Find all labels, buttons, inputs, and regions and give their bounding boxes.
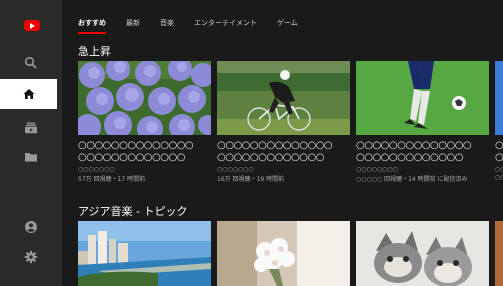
video-title-line1: ○○○○○○○○○○○○○○ — [78, 140, 194, 151]
video-card[interactable]: ○○○○○○○○○○○○○○ ○○○○○○○○○○○○○ ○○○○○○○ 16万… — [217, 61, 350, 183]
video-thumbnail[interactable] — [495, 61, 503, 135]
sidebar — [0, 0, 62, 286]
account-icon — [25, 221, 37, 233]
tab-gaming[interactable]: ゲーム — [277, 18, 298, 34]
video-title-line2: ○○○○○○○○○○○○○ — [78, 152, 185, 163]
video-row-trending: ○○○○○○○○○○○○○○ ○○○○○○○○○○○○○ ○○○○○○○ 57万… — [78, 61, 503, 183]
video-meta: 57万 回視聴・17 時間前 — [78, 176, 146, 183]
hydrangea-thumbnail-image — [78, 61, 211, 135]
video-channel: ○○○○○○○ — [78, 166, 115, 173]
video-row-asian-music — [78, 221, 503, 286]
video-channel: ○○ — [495, 166, 503, 173]
video-title-line2: ○○○○○○○○○○○○○ — [217, 152, 324, 163]
gear-icon — [24, 250, 38, 264]
video-card[interactable] — [217, 221, 350, 286]
home-icon — [23, 89, 34, 99]
library-icon — [25, 153, 37, 162]
video-thumbnail[interactable] — [78, 61, 211, 135]
video-title-line2: ○○○○○○○○○○○○○ — [356, 152, 463, 163]
wedding-bouquet-thumbnail-image — [217, 221, 350, 286]
main-content: おすすめ 最新 音楽 エンターテイメント ゲーム 急上昇 ○○○○○○○○○○○… — [62, 0, 503, 286]
video-thumbnail[interactable] — [356, 61, 489, 135]
tab-bar: おすすめ 最新 音楽 エンターテイメント ゲーム — [78, 18, 318, 34]
video-meta: ○○○○○ 回視聴・14 時間前 に配信済み — [356, 176, 468, 183]
video-meta: ○○ — [495, 174, 503, 181]
cyclist-thumbnail-image — [217, 61, 350, 135]
sidebar-item-settings[interactable] — [0, 242, 62, 272]
video-meta: 16万 回視聴・19 時間前 — [217, 176, 285, 183]
sidebar-item-search[interactable] — [0, 48, 62, 78]
beach-city-thumbnail-image — [78, 221, 211, 286]
section-title-asian-music: アジア音楽 - トピック — [78, 205, 188, 218]
video-title-line1: ○○ — [495, 140, 503, 151]
sidebar-item-subscriptions[interactable] — [0, 113, 62, 143]
video-card[interactable]: ○○ ○○ ○○ ○○ — [495, 61, 503, 183]
video-title-line1: ○○○○○○○○○○○○○○ — [217, 140, 333, 151]
video-card[interactable] — [495, 221, 503, 286]
sidebar-item-home[interactable] — [0, 79, 57, 109]
video-channel: ○○○○○○○ — [217, 166, 254, 173]
video-card[interactable] — [356, 221, 489, 286]
tab-latest[interactable]: 最新 — [126, 18, 140, 34]
sidebar-item-library[interactable] — [0, 142, 62, 172]
video-thumbnail[interactable] — [356, 221, 489, 286]
video-thumbnail[interactable] — [78, 221, 211, 286]
subscriptions-icon — [25, 122, 37, 134]
sidebar-item-account[interactable] — [0, 212, 62, 242]
youtube-logo[interactable] — [24, 20, 40, 31]
video-title-line2: ○○ — [495, 152, 503, 163]
video-card[interactable]: ○○○○○○○○○○○○○○ ○○○○○○○○○○○○○ ○○○○○○○ 57万… — [78, 61, 211, 183]
section-title-trending: 急上昇 — [78, 45, 111, 58]
kittens-thumbnail-image — [356, 221, 489, 286]
video-thumbnail[interactable] — [217, 61, 350, 135]
tab-music[interactable]: 音楽 — [160, 18, 174, 34]
tab-recommended[interactable]: おすすめ — [78, 18, 106, 34]
search-icon — [24, 56, 37, 69]
video-card[interactable] — [78, 221, 211, 286]
video-card[interactable]: ○○○○○○○○○○○○○○ ○○○○○○○○○○○○○ ○○○○○○○○ ○○… — [356, 61, 489, 183]
tab-entertainment[interactable]: エンターテイメント — [194, 18, 257, 34]
video-title-line1: ○○○○○○○○○○○○○○ — [356, 140, 472, 151]
video-thumbnail[interactable] — [217, 221, 350, 286]
video-thumbnail[interactable] — [495, 221, 503, 286]
video-channel: ○○○○○○○○ — [356, 166, 398, 173]
soccer-thumbnail-image — [356, 61, 489, 135]
